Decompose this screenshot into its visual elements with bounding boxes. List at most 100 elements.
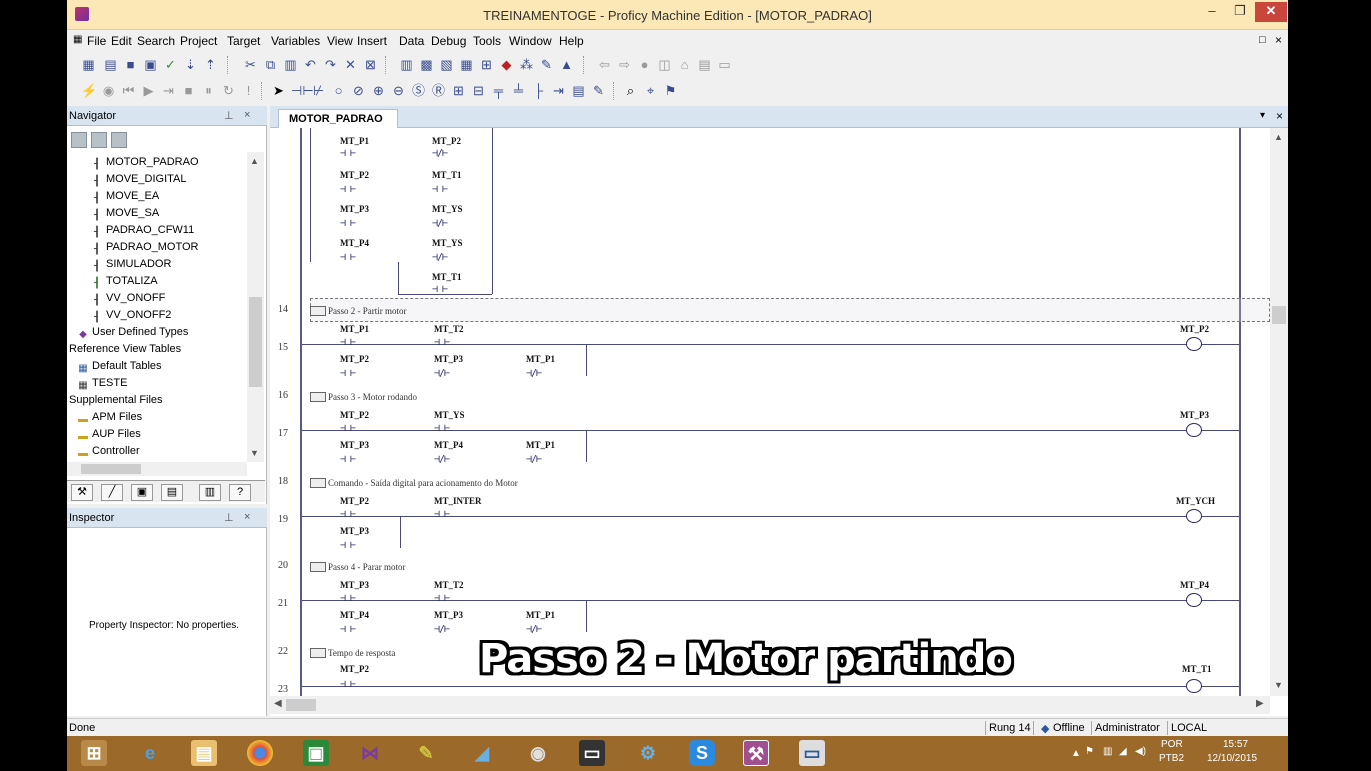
menu-window[interactable]: Window [509,34,552,48]
scroll-thumb[interactable] [286,699,316,711]
internet-explorer-icon[interactable]: e [137,740,163,766]
output-coil[interactable] [1186,593,1202,607]
clock-date[interactable]: 12/10/2015 [1207,753,1257,764]
menu-debug[interactable]: Debug [431,34,466,48]
chart-icon[interactable]: ▲ [559,57,574,72]
set-coil-icon[interactable]: Ⓢ [411,83,426,98]
rung-comment[interactable]: Tempo de resposta [310,648,395,658]
media-icon[interactable]: ◉ [525,740,551,766]
no-contact[interactable]: ⊣ ⊢ [340,593,356,604]
home-icon[interactable]: ⌂ [677,57,692,72]
start-windows-icon[interactable]: ⊞ [81,740,107,766]
tree-item-teste[interactable]: ▦ TESTE [77,377,127,394]
scroll-down-icon[interactable]: ▼ [250,448,259,458]
no-contact-icon[interactable]: ⊣⊢ [291,83,314,98]
navigator-vertical-scrollbar[interactable]: ▲ ▼ [247,152,264,462]
tree-item-move-sa[interactable]: ┨ MOVE_SA [91,207,159,224]
tree-item-default-tables[interactable]: ▦ Default Tables [77,360,161,377]
horizontal-wire-icon[interactable]: ├ [531,83,546,98]
no-contact[interactable]: ⊣ ⊢ [340,148,356,159]
properties-icon[interactable]: ⊠ [363,57,378,72]
record-icon[interactable]: ● [637,57,652,72]
scroll-right-icon[interactable]: ▶ [1256,698,1264,709]
skype-icon[interactable]: S [689,740,715,766]
mdi-close-button[interactable]: × [1275,33,1282,47]
delete-icon[interactable]: ✕ [343,57,358,72]
nc-contact[interactable]: ⊣/⊢ [432,148,448,159]
mdi-restore-button[interactable]: □ [1259,34,1266,46]
download-icon[interactable]: ⇣ [183,57,198,72]
pin-icon[interactable]: ⊥ [224,109,234,122]
tab-docs-icon[interactable]: ▥ [199,484,221,501]
stop-icon[interactable]: ◆ [499,57,514,72]
no-contact[interactable]: ⊣ ⊢ [340,423,356,434]
branch-close-icon[interactable]: ╧ [511,83,526,98]
upload-icon[interactable]: ⇡ [203,57,218,72]
tree-item-supplemental-files[interactable]: Supplemental Files [69,394,163,411]
tree-item-user-defined-types[interactable]: ◆ User Defined Types [77,326,188,343]
tab-help-icon[interactable]: ? [229,484,251,501]
menu-search[interactable]: Search [137,34,175,48]
no-contact[interactable]: ⊣ ⊢ [340,337,356,348]
comment-icon[interactable]: ▤ [571,83,586,98]
copy-icon[interactable]: ⧉ [263,57,278,72]
clock-time[interactable]: 15:57 [1223,739,1248,750]
tab-utilities-icon[interactable]: ╱ [101,484,123,501]
tree-item-vv-onoff[interactable]: ┨ VV_ONOFF [91,292,165,309]
tab-manager-icon[interactable]: ▤ [161,484,183,501]
scroll-thumb[interactable] [249,297,262,387]
output-coil[interactable] [1186,679,1202,693]
menu-tools[interactable]: Tools [473,34,501,48]
tray-volume-icon[interactable]: ◀) [1135,746,1146,757]
refresh-icon[interactable]: ↻ [221,83,236,98]
find-replace-icon[interactable]: ⌖ [643,83,658,98]
inspector-close-button[interactable]: × [244,511,250,523]
chrome-icon[interactable] [247,740,273,766]
table-icon[interactable]: ▦ [459,57,474,72]
tree-item-padrao-cfw11[interactable]: ┨ PADRAO_CFW11 [91,224,194,241]
insert-rung-icon[interactable]: ⇥ [551,83,566,98]
no-contact[interactable]: ⊣ ⊢ [340,509,356,520]
select-arrow-icon[interactable]: ➤ [271,83,286,98]
visual-studio-icon[interactable]: ⋈ [357,740,383,766]
scroll-up-icon[interactable]: ▲ [1274,132,1283,142]
navigator-horizontal-scrollbar[interactable] [67,462,247,476]
rung-comment[interactable]: Passo 4 - Parar motor [310,562,406,572]
minimize-button[interactable]: – [1199,2,1225,22]
paint-icon[interactable]: ✎ [413,740,439,766]
redo-icon[interactable]: ↷ [323,57,338,72]
notes-icon[interactable]: ◢ [469,740,495,766]
rung-comment[interactable]: Passo 2 - Partir motor [310,306,407,316]
no-contact[interactable]: ⊣ ⊢ [434,593,450,604]
view-detail-icon[interactable] [111,132,127,148]
tree-item-apm-files[interactable]: ▬ APM Files [77,411,142,428]
coil-icon[interactable]: ○ [331,83,346,98]
selected-rung-highlight[interactable] [310,298,1270,322]
tab-project-icon[interactable]: ⚒ [71,484,93,501]
tray-flag-icon[interactable]: ⚑ [1085,746,1094,757]
nc-contact[interactable]: ⊣/⊢ [526,624,542,635]
menu-insert[interactable]: Insert [357,34,387,48]
no-contact[interactable]: ⊣ ⊢ [340,368,356,379]
no-contact[interactable]: ⊣ ⊢ [340,252,356,263]
rung-comment[interactable]: Comando - Saída digital para acionamento… [310,478,518,488]
scroll-left-icon[interactable]: ◀ [274,698,282,709]
terminal-icon[interactable]: ▭ [579,740,605,766]
scroll-down-icon[interactable]: ▼ [1274,680,1283,690]
menu-edit[interactable]: Edit [111,34,132,48]
no-contact[interactable]: ⊣ ⊢ [340,184,356,195]
variables-icon[interactable]: ▩ [419,57,434,72]
studio-icon[interactable]: ⚙ [635,740,661,766]
scroll-up-icon[interactable]: ▲ [250,156,259,166]
no-contact[interactable]: ⊣ ⊢ [340,218,356,229]
menu-project[interactable]: Project [180,34,217,48]
project-icon[interactable]: ▦ [81,57,96,72]
play-icon[interactable]: ▶ [141,83,156,98]
nc-contact[interactable]: ⊣/⊢ [434,624,450,635]
tree-item-aup-files[interactable]: ▬ AUP Files [77,428,141,445]
go-online-icon[interactable]: ◉ [101,83,116,98]
tree-item-vv-onoff2[interactable]: ┨ VV_ONOFF2 [91,309,171,326]
nc-contact[interactable]: ⊣/⊢ [526,368,542,379]
no-contact[interactable]: ⊣ ⊢ [340,454,356,465]
branch-open-icon[interactable]: ╤ [491,83,506,98]
